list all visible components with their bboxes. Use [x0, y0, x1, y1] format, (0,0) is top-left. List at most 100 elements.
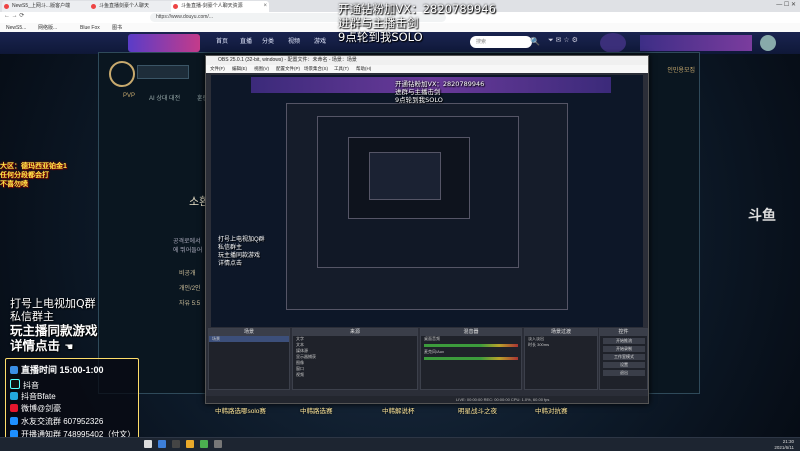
menu-item[interactable]: 视图(V)	[254, 65, 269, 73]
top-overlay-text: 开通钻粉加VX：2820789946 进群与主播击剑 9点轮到我SOLO	[338, 2, 538, 44]
browser-tab[interactable]: NewS5_上网斗...版客户端	[2, 1, 97, 12]
bookmark-item[interactable]: Blue Fox	[80, 24, 100, 32]
obs-menu: 文件(F) 编辑(E) 视图(V) 配置文件(P) 场景集合(S) 工具(T) …	[206, 65, 648, 73]
banner-item[interactable]: 中韩路选哪solo赛	[215, 405, 266, 415]
chrome-icon[interactable]	[200, 440, 208, 448]
menu-item[interactable]: 编辑(E)	[232, 65, 247, 73]
info-label: 抖音Bfate	[21, 392, 56, 401]
browser-tab-active[interactable]: 斗鱼直播-剑豪个人聊天资源 ×	[171, 1, 269, 12]
nested-preview-2	[317, 116, 519, 268]
overlay-line: 9点轮到我SOLO	[395, 96, 443, 104]
folder-icon[interactable]	[186, 440, 194, 448]
info-label: 水友交流群 607952326	[21, 417, 104, 426]
menu-item[interactable]: 帮助(H)	[356, 65, 371, 73]
header-event-banner[interactable]	[640, 35, 752, 51]
lol-tab[interactable]: PVP	[123, 93, 135, 99]
nav-category[interactable]: 分类	[262, 36, 274, 45]
overlay-line: 开通钻粉加VX：2820789946	[395, 80, 485, 88]
volume-meter[interactable]	[424, 344, 518, 347]
nested-preview-3	[348, 137, 470, 219]
window-controls[interactable]: — ☐ ✕	[776, 1, 796, 8]
close-icon[interactable]: ×	[263, 1, 267, 12]
dock-title: 场景过渡	[525, 329, 597, 336]
menu-item[interactable]: 配置文件(P)	[276, 65, 300, 73]
menu-item[interactable]: 工具(T)	[334, 65, 349, 73]
banner-item[interactable]: 中韩解说杯	[382, 405, 415, 415]
dock-title: 场景	[209, 329, 289, 336]
exit-button[interactable]: 退出	[603, 370, 645, 376]
scenes-dock: 场景 场景	[208, 328, 290, 390]
obs-window: OBS 25.0.1 (32-bit, windows) - 配置文件：未命名 …	[205, 55, 649, 404]
overlay-line: 进群与主播击剑	[338, 16, 419, 30]
nav-live[interactable]: 直播	[240, 36, 252, 45]
transition-duration[interactable]: 时长 300ms	[525, 342, 597, 348]
bookmark-item[interactable]: 图书	[112, 24, 122, 32]
tab-favicon-icon	[91, 4, 96, 9]
banner-item[interactable]: 中韩路选赛	[300, 405, 333, 415]
windows-start-icon[interactable]	[144, 440, 152, 448]
lol-tab[interactable]: AI 상대 대전	[149, 93, 180, 102]
avatar[interactable]	[760, 35, 776, 51]
taskbar-clock[interactable]: 21:30 2021/6/11	[774, 439, 794, 450]
banner-item[interactable]: 明星战斗之夜	[458, 405, 497, 415]
studio-mode-button[interactable]: 工作室模式	[603, 354, 645, 360]
taskbar: 21:30 2021/6/11	[0, 437, 800, 451]
lol-text: 에 뛰어들어	[173, 248, 203, 254]
lol-mode[interactable]: 자유 5:5	[179, 298, 200, 307]
overlay-line: 私信群主	[218, 245, 243, 251]
info-row: 直播时间 15:00-1:00	[10, 363, 104, 376]
browser-tab[interactable]: 斗鱼直播剑豪个人聊天×	[89, 1, 179, 12]
menu-item[interactable]: 场景集合(S)	[304, 65, 328, 73]
nav-home[interactable]: 首页	[216, 36, 228, 45]
lol-play-button[interactable]	[137, 65, 189, 79]
dock-title: 控件	[600, 329, 647, 336]
controls-dock: 控件 开始推流 开始录制 工作室模式 设置 退出	[599, 328, 648, 390]
inner-overlay-text: 开通钻粉加VX：2820789946 进群与主播击剑 9点轮到我SOLO	[395, 80, 495, 104]
overlay-line: 大区：德玛西亚铂金1	[0, 163, 67, 170]
pointer-hand-icon: ☚	[64, 342, 74, 353]
info-label: 直播时间 15:00-1:00	[21, 365, 104, 375]
inner-left-overlay: 打号上电视加Q群 私信群主 玩主播同款游戏 详情点击	[218, 236, 298, 268]
nested-preview-1	[286, 103, 568, 310]
lol-text: 공격로에서	[173, 239, 201, 245]
header-icons[interactable]: ⏷ ✉ ☆ ⚙	[548, 36, 578, 45]
info-row: 抖音	[10, 379, 39, 391]
nav-game[interactable]: 游戏	[314, 36, 326, 45]
info-row: 水友交流群 607952326	[10, 416, 103, 427]
clock-date: 2021/6/11	[774, 444, 794, 450]
event-banner-logo[interactable]	[128, 34, 200, 52]
douyu-watermark: 斗鱼	[748, 207, 776, 223]
tab-favicon-icon	[173, 4, 178, 9]
weibo-icon	[10, 404, 18, 412]
transitions-dock: 场景过渡 淡入淡出 时长 300ms	[524, 328, 598, 390]
lol-mode[interactable]: 개인/2인	[179, 283, 201, 292]
lol-right-label: 인민용모집	[667, 68, 695, 74]
volume-meter[interactable]	[424, 357, 518, 360]
bookmark-item[interactable]: 网络版...	[38, 24, 57, 32]
promo-badge[interactable]	[600, 33, 626, 53]
overlay-line-text: 详情点击	[10, 338, 61, 353]
overlay-line: 打号上电视加Q群	[218, 237, 265, 243]
banner-item[interactable]: 中韩对抗赛	[535, 405, 568, 415]
start-recording-button[interactable]: 开始录制	[603, 346, 645, 352]
bookmark-item[interactable]: NewS5...	[6, 24, 26, 32]
menu-item[interactable]: 文件(F)	[210, 65, 225, 73]
app-icon[interactable]	[214, 440, 222, 448]
source-item[interactable]: 视频	[293, 372, 417, 378]
overlay-line: 玩主播同款游戏	[10, 323, 98, 338]
bottom-event-banner: 中韩路选哪solo赛 中韩路选赛 中韩解说杯 明星战斗之夜 中韩对抗赛	[140, 402, 660, 420]
info-row: 微博@剑豪	[10, 403, 61, 414]
qq-group-overlay: 打号上电视加Q群 私信群主 玩主播同款游戏 详情点击 ☚	[10, 297, 170, 355]
app-icon[interactable]	[158, 440, 166, 448]
app-icon[interactable]	[172, 440, 180, 448]
nav-video[interactable]: 视频	[288, 36, 300, 45]
lol-mode[interactable]: 비공개	[179, 268, 196, 277]
obs-preview[interactable]	[211, 75, 643, 327]
tab-label: NewS5_上网斗...版客户端	[12, 3, 71, 9]
settings-button[interactable]: 设置	[603, 362, 645, 368]
start-streaming-button[interactable]: 开始推流	[603, 338, 645, 344]
scene-item[interactable]: 场景	[209, 336, 289, 342]
nav-arrows-icon[interactable]: ← → ⟳	[4, 12, 24, 19]
overlay-line: 私信群主	[10, 310, 54, 323]
overlay-line: 9点轮到我SOLO	[338, 30, 423, 44]
